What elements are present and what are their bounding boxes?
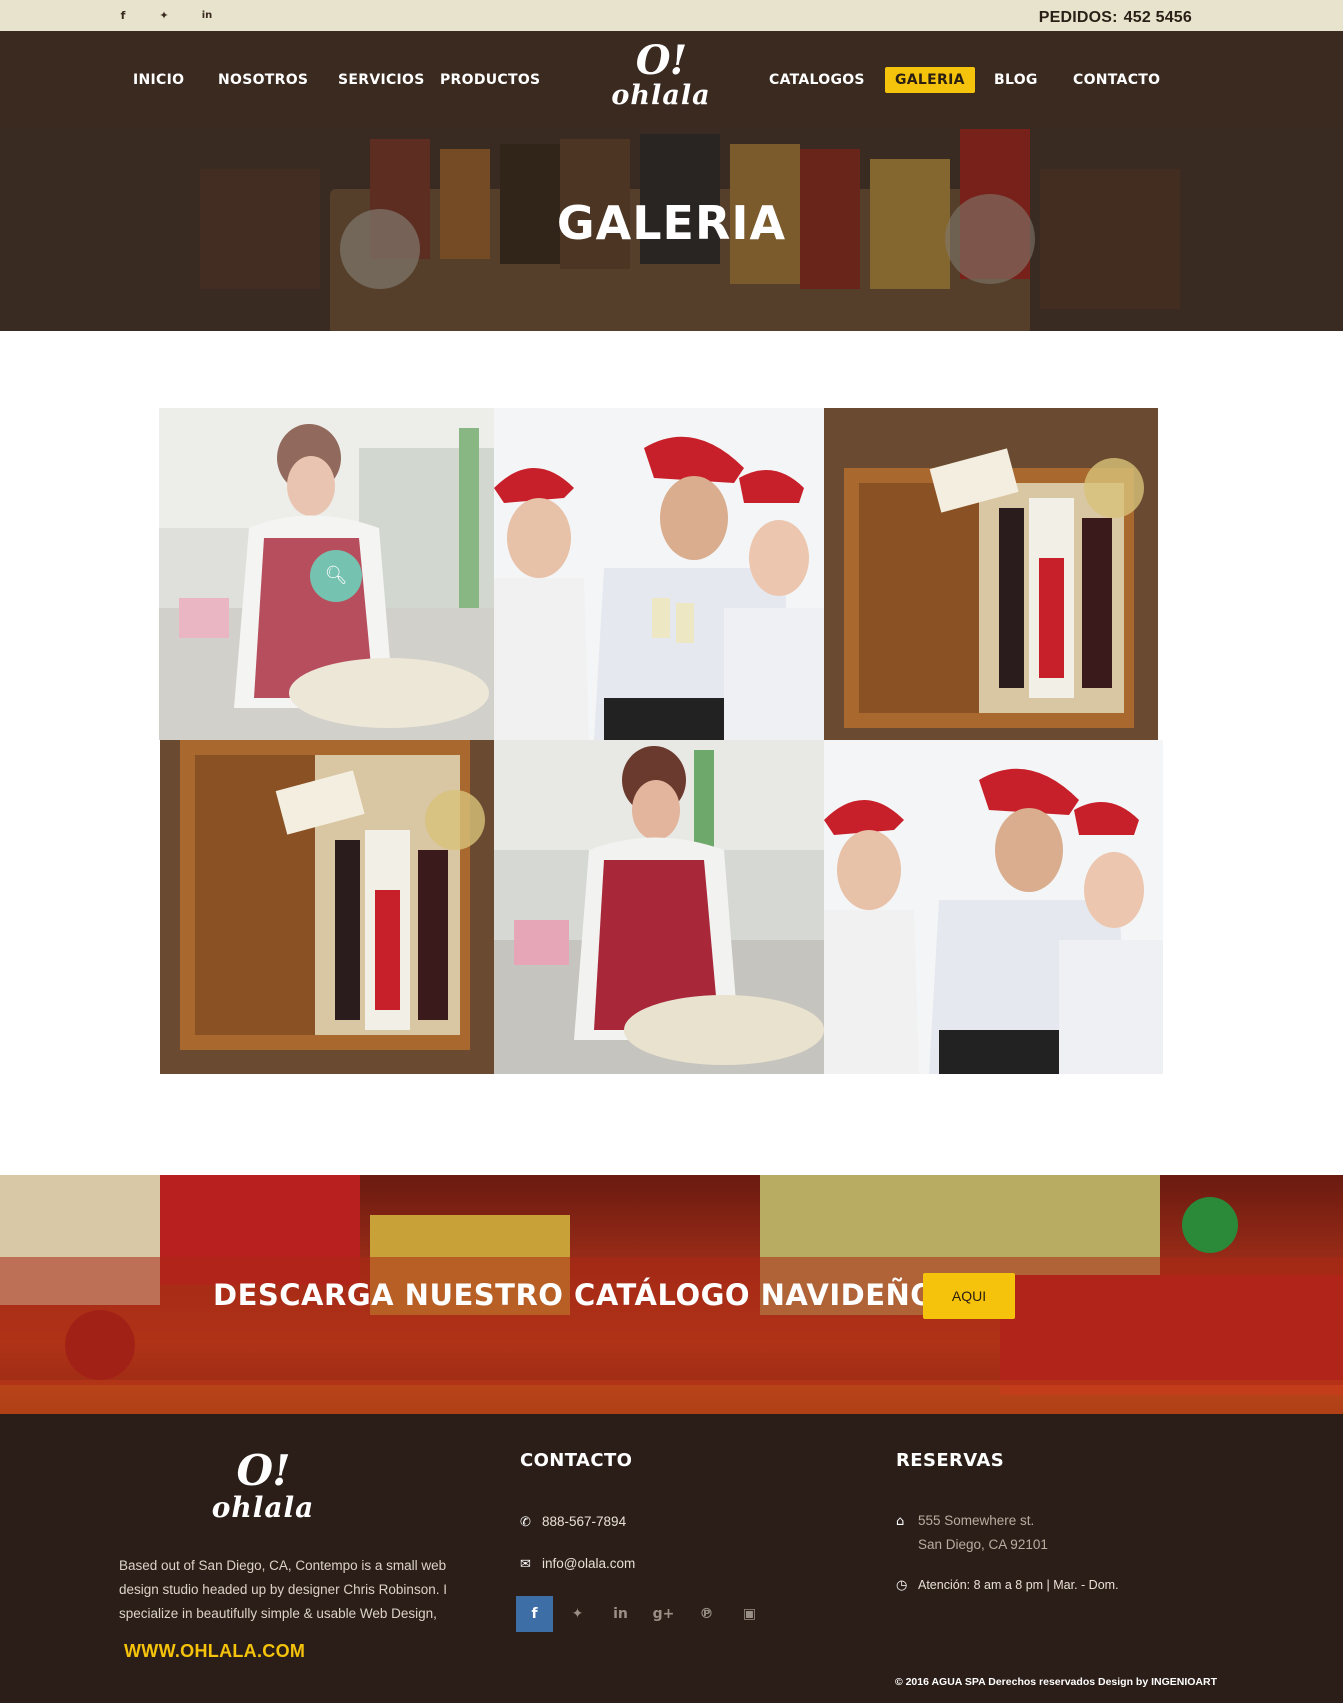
- download-catalog-button[interactable]: AQUI: [923, 1273, 1015, 1319]
- nav-item-servicios[interactable]: SERVICIOS: [338, 72, 425, 88]
- gallery-item-4[interactable]: [160, 740, 494, 1074]
- facebook-icon[interactable]: f: [516, 1596, 553, 1632]
- twitter-icon[interactable]: ✦: [559, 1596, 596, 1632]
- contacto-heading: CONTACTO: [520, 1450, 633, 1471]
- clock-icon: ◷: [896, 1578, 908, 1593]
- banner-strip: [0, 1257, 1343, 1385]
- gallery-item-6[interactable]: [824, 740, 1163, 1074]
- gallery-image-wine-box: [160, 740, 494, 1074]
- gallery-image-woman-basket: [494, 740, 824, 1074]
- footer-address-line2: San Diego, CA 92101: [918, 1537, 1048, 1552]
- footer-logo[interactable]: O! ohlala: [198, 1450, 328, 1524]
- pedidos-phone: PEDIDOS: 452 5456: [1039, 9, 1192, 27]
- twitter-icon[interactable]: ✦: [156, 9, 172, 23]
- pedidos-number[interactable]: 452 5456: [1124, 9, 1192, 26]
- top-bar: f ✦ in PEDIDOS: 452 5456: [0, 0, 1343, 31]
- gallery-item-3[interactable]: [824, 408, 1158, 740]
- footer-address-line1: 555 Somewhere st.: [918, 1513, 1035, 1528]
- footer-phone-number: 888-567-7894: [542, 1514, 627, 1529]
- logo-word: ohlala: [611, 80, 711, 111]
- nav-item-galeria[interactable]: GALERIA: [885, 67, 975, 93]
- nav-item-catalogos[interactable]: CATALOGOS: [769, 72, 865, 88]
- nav-item-productos[interactable]: PRODUCTOS: [440, 72, 540, 88]
- gallery-item-1[interactable]: 🔍︎: [159, 408, 494, 740]
- phone-icon: ✆: [520, 1515, 531, 1530]
- gallery-item-2[interactable]: [494, 408, 824, 740]
- facebook-icon[interactable]: f: [115, 9, 131, 23]
- gallery-image-wine-box: [824, 408, 1158, 740]
- reservas-heading: RESERVAS: [896, 1450, 1005, 1471]
- footer-copyright: © 2016 AGUA SPA Derechos reservados Desi…: [894, 1676, 1217, 1688]
- site-footer: O! ohlala Based out of San Diego, CA, Co…: [0, 1414, 1343, 1703]
- logo-mark: O!: [635, 37, 687, 84]
- footer-address: ⌂ 555 Somewhere st.: [896, 1513, 1034, 1529]
- footer-email[interactable]: ✉ info@olala.com: [520, 1556, 635, 1572]
- home-icon: ⌂: [896, 1514, 905, 1529]
- site-logo[interactable]: O! ohlala: [606, 41, 716, 111]
- pedidos-label: PEDIDOS:: [1038, 9, 1118, 26]
- search-icon[interactable]: 🔍︎: [310, 550, 362, 602]
- page-hero: GALERIA: [0, 129, 1343, 331]
- linkedin-icon[interactable]: in: [199, 9, 215, 23]
- footer-hours-text: Atención: 8 am a 8 pm | Mar. - Dom.: [918, 1578, 1119, 1592]
- nav-item-inicio[interactable]: INICIO: [133, 72, 184, 88]
- pinterest-icon[interactable]: ℗: [688, 1596, 725, 1632]
- footer-hours: ◷ Atención: 8 am a 8 pm | Mar. - Dom.: [896, 1578, 1119, 1593]
- google-plus-icon[interactable]: g+: [645, 1596, 682, 1632]
- footer-email-address: info@olala.com: [542, 1556, 636, 1571]
- nav-item-blog[interactable]: BLOG: [994, 72, 1038, 88]
- photo-gallery: 🔍︎: [159, 408, 1163, 1074]
- gallery-image-christmas-toast: [494, 408, 824, 740]
- page-title: GALERIA: [556, 196, 787, 250]
- envelope-icon: ✉: [520, 1557, 531, 1572]
- linkedin-icon[interactable]: in: [602, 1596, 639, 1632]
- nav-item-contacto[interactable]: CONTACTO: [1073, 72, 1160, 88]
- main-nav: INICIO NOSOTROS SERVICIOS PRODUCTOS O! o…: [0, 31, 1343, 129]
- footer-logo-word: ohlala: [211, 1491, 315, 1524]
- catalog-banner: DESCARGA NUESTRO CATÁLOGO NAVIDEÑO AQUI: [0, 1175, 1343, 1414]
- banner-heading: DESCARGA NUESTRO CATÁLOGO NAVIDEÑO: [213, 1278, 936, 1312]
- gallery-image-christmas-toast: [824, 740, 1163, 1074]
- gallery-item-5[interactable]: [494, 740, 824, 1074]
- footer-phone[interactable]: ✆ 888-567-7894: [520, 1514, 626, 1530]
- instagram-icon[interactable]: ▣: [731, 1596, 768, 1632]
- footer-about-text: Based out of San Diego, CA, Contempo is …: [119, 1558, 447, 1621]
- footer-website-link[interactable]: WWW.OHLALA.COM: [124, 1641, 305, 1662]
- nav-item-nosotros[interactable]: NOSOTROS: [218, 72, 308, 88]
- footer-logo-mark: O!: [236, 1446, 290, 1495]
